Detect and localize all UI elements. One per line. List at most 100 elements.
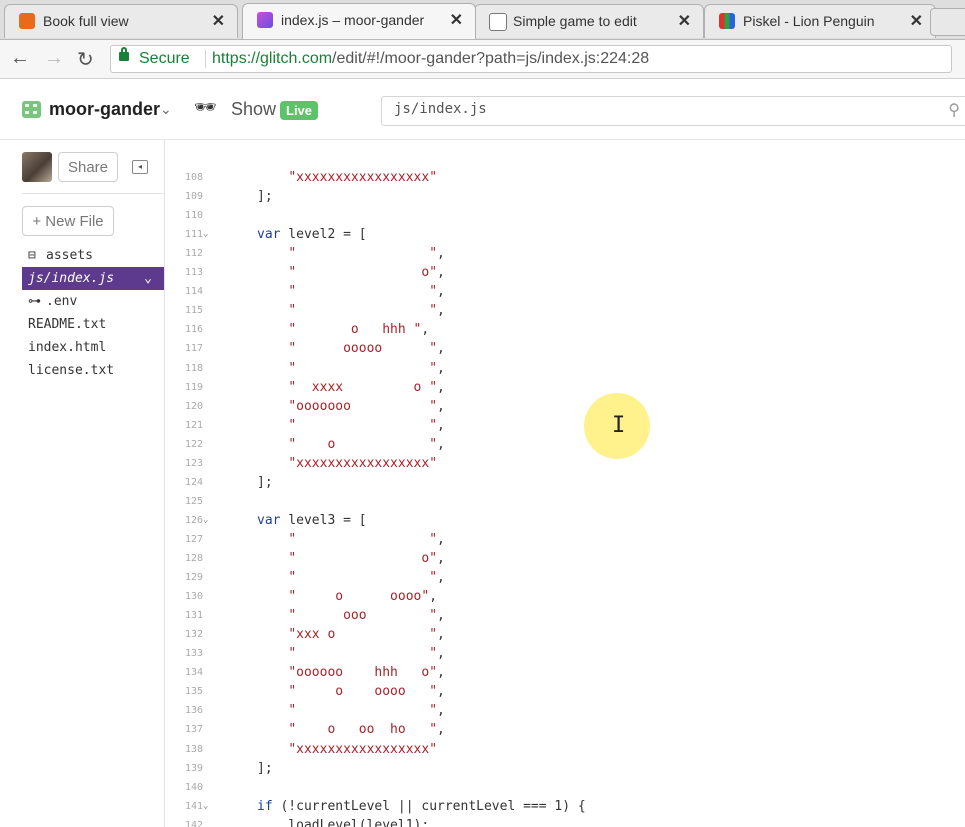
code-text: ]; xyxy=(257,189,273,205)
tab-simple-game[interactable]: Simple game to edit ✕ xyxy=(474,4,704,38)
back-arrow-icon[interactable]: ← xyxy=(10,47,30,70)
code-text: var level3 = [ xyxy=(257,512,367,528)
code-text: " ooo ", xyxy=(288,608,445,624)
file-item-index-js[interactable]: js/index.js ⌄ xyxy=(22,267,164,290)
avatar[interactable] xyxy=(22,152,52,182)
code-text: " ", xyxy=(288,703,445,719)
line-number: 113 xyxy=(184,267,203,279)
close-tab-icon[interactable]: ✕ xyxy=(678,11,691,31)
live-badge[interactable]: Live xyxy=(280,101,319,120)
line-number: 136 xyxy=(184,705,203,717)
line-number: 142 xyxy=(184,819,203,827)
code-text: " o oo ho ", xyxy=(288,722,445,738)
line-number: 110 xyxy=(184,210,203,222)
file-item-env[interactable]: ⊶ .env xyxy=(22,290,164,313)
line-number: 141 xyxy=(184,800,203,812)
code-text: " o", xyxy=(288,551,445,566)
line-number: 132 xyxy=(184,629,203,641)
line-number: 134 xyxy=(184,667,203,679)
code-text: "xxxxxxxxxxxxxxxxx" xyxy=(288,455,438,471)
line-number: 115 xyxy=(184,305,203,317)
show-button[interactable]: Show xyxy=(231,99,276,120)
fold-chevron-icon[interactable]: ⌄ xyxy=(203,511,208,530)
file-name: assets xyxy=(46,248,93,263)
collapse-sidebar-icon[interactable]: ◂ xyxy=(132,160,148,174)
file-name: .env xyxy=(46,294,78,309)
code-text: if (!currentLevel || currentLevel === 1)… xyxy=(257,798,586,814)
tab-book-full-view[interactable]: Book full view ✕ xyxy=(4,4,238,38)
close-tab-icon[interactable]: ✕ xyxy=(910,11,923,31)
code-editor[interactable]: 108 "xxxxxxxxxxxxxxxxx" 109]; 110 111 ⌄ var l… xyxy=(165,140,965,827)
line-number: 137 xyxy=(184,724,203,736)
piskel-grid-icon xyxy=(719,13,735,29)
url-host: https://glitch.com xyxy=(212,50,333,67)
file-name: index.html xyxy=(28,340,107,355)
browser-toolbar: ← → ↻ Secure https://glitch.com/edit/#!/… xyxy=(0,40,965,79)
line-number: 109 xyxy=(184,191,203,203)
code-text: " ooooo ", xyxy=(288,341,445,357)
code-text: " ", xyxy=(288,360,445,376)
reload-icon[interactable]: ↻ xyxy=(77,47,94,72)
file-search-box[interactable]: ⚲ xyxy=(381,96,965,126)
lock-icon xyxy=(119,47,129,61)
code-text: loadLevel(level1); xyxy=(257,817,430,827)
line-number: 125 xyxy=(184,495,203,507)
code-text: " o ", xyxy=(288,436,445,452)
chevron-down-icon[interactable]: ⌄ xyxy=(160,101,172,118)
secure-label: Secure xyxy=(139,50,190,67)
file-item-assets[interactable]: ⊟ assets xyxy=(22,244,164,267)
project-name[interactable]: moor-gander xyxy=(49,99,160,120)
code-text: " ", xyxy=(288,303,445,319)
tab-title: index.js – moor-gander xyxy=(281,12,425,28)
file-item-license[interactable]: license.txt xyxy=(22,359,164,382)
code-text: var level2 = [ xyxy=(257,227,367,243)
code-text: " o oooo ", xyxy=(288,684,445,700)
glitch-header: moor-gander ⌄ 🕶 Show Live ⚲ xyxy=(0,79,965,140)
file-search-input[interactable] xyxy=(392,100,916,118)
tab-title: Book full view xyxy=(43,13,129,29)
tab-piskel[interactable]: Piskel - Lion Penguin ✕ xyxy=(704,4,936,38)
line-number: 140 xyxy=(184,781,203,793)
code-text: "xxxxxxxxxxxxxxxxx" xyxy=(288,741,438,757)
fold-chevron-icon[interactable]: ⌄ xyxy=(203,225,208,244)
key-icon: ⊶ xyxy=(28,294,41,309)
code-text: " ", xyxy=(288,570,445,586)
file-item-readme[interactable]: README.txt xyxy=(22,313,164,336)
code-text: " ", xyxy=(288,284,445,300)
address-divider xyxy=(205,50,206,68)
sunglasses-icon[interactable]: 🕶 xyxy=(194,97,217,118)
line-number: 122 xyxy=(184,438,203,450)
line-number: 133 xyxy=(184,648,203,660)
search-icon: ⚲ xyxy=(948,102,960,119)
code-text: " ", xyxy=(288,646,445,662)
new-tab-button[interactable] xyxy=(930,8,965,36)
code-text: " ", xyxy=(288,417,445,433)
close-tab-icon[interactable]: ✕ xyxy=(212,11,225,31)
code-text: " xxxx o ", xyxy=(288,379,445,395)
address-bar[interactable]: Secure https://glitch.com/edit/#!/moor-g… xyxy=(110,45,952,73)
url-text[interactable]: https://glitch.com/edit/#!/moor-gander?p… xyxy=(212,50,649,68)
tab-index-js[interactable]: index.js – moor-gander ✕ xyxy=(242,3,476,39)
tab-title: Piskel - Lion Penguin xyxy=(743,13,875,29)
new-file-button[interactable]: + New File xyxy=(22,206,114,236)
text-cursor-icon: I xyxy=(612,413,626,438)
share-button[interactable]: Share xyxy=(58,152,118,182)
divider xyxy=(22,193,164,194)
line-number: 139 xyxy=(184,762,203,774)
line-number: 128 xyxy=(184,553,203,564)
code-text: "xxxxxxxxxxxxxxxxx" xyxy=(288,170,438,185)
file-item-index-html[interactable]: index.html xyxy=(22,336,164,359)
box-icon: ⊟ xyxy=(28,248,36,263)
close-tab-icon[interactable]: ✕ xyxy=(450,10,463,30)
line-number: 116 xyxy=(184,324,203,336)
line-number: 117 xyxy=(184,343,203,355)
code-text: "oooooo hhh o", xyxy=(288,665,445,681)
browser-tab-strip: Book full view ✕ Simple game to edit ✕ P… xyxy=(0,0,965,40)
fold-chevron-icon[interactable]: ⌄ xyxy=(203,797,208,816)
line-number: 108 xyxy=(184,172,203,183)
line-number: 121 xyxy=(184,419,203,431)
code-text: " o", xyxy=(288,265,445,281)
line-number: 129 xyxy=(184,572,203,584)
forward-arrow-icon[interactable]: → xyxy=(44,47,64,70)
chevron-down-icon[interactable]: ⌄ xyxy=(144,267,152,290)
